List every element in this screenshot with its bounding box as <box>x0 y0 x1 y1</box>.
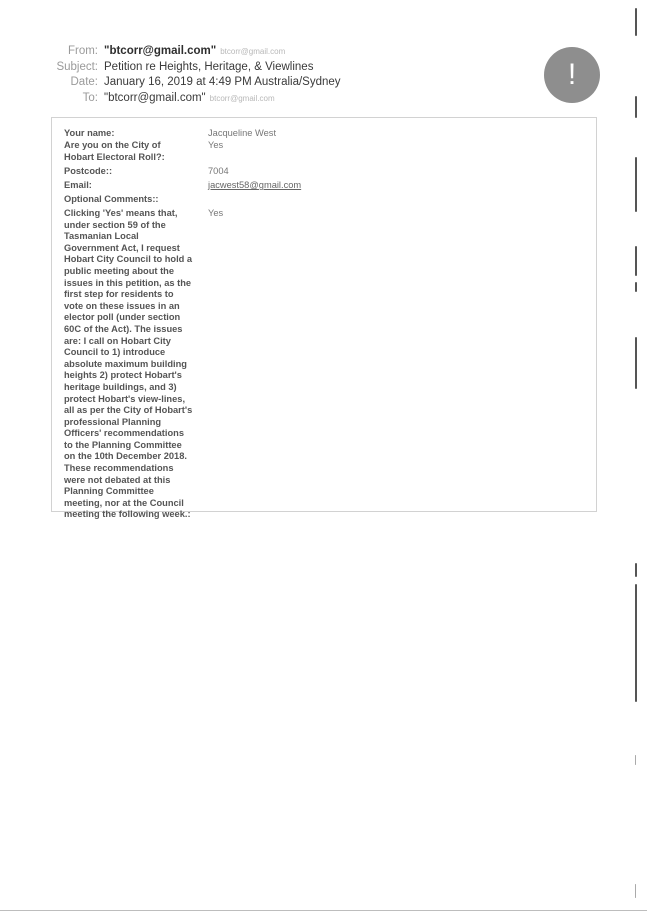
header-to: To: "btcorr@gmail.com" btcorr@gmail.com <box>40 91 460 107</box>
label-line: meeting the following week.: <box>64 509 191 520</box>
scan-mark <box>635 884 636 898</box>
header-label: Date: <box>70 76 99 88</box>
label-line: Are you on the City of <box>64 140 161 150</box>
priority-symbol: ! <box>567 58 577 91</box>
field-label: Your name: <box>64 128 115 138</box>
label-line: 60C of the Act). The issues <box>64 323 183 334</box>
header-label: Subject: <box>56 60 98 73</box>
scan-mark <box>635 246 637 276</box>
label-line: Hobart Electoral Roll?: <box>64 151 165 162</box>
header-label: From: <box>67 45 98 57</box>
label-line: Clicking 'Yes' means that, <box>64 208 178 218</box>
label-line: elector poll (under section <box>64 312 181 323</box>
header-date: Date: January 16, 2019 at 4:49 PM Austra… <box>40 75 460 91</box>
form-row-email: Email: jacwest58@gmail.com <box>64 180 301 192</box>
header-label: To: <box>82 91 98 104</box>
header-subject: Subject: Petition re Heights, Heritage, … <box>40 60 460 76</box>
scan-mark <box>635 96 637 118</box>
label-line: heritage buildings, and 3) <box>64 381 177 392</box>
label-line: first step for residents to <box>64 289 174 300</box>
subject-value: Petition re Heights, Heritage, & Viewlin… <box>104 60 314 73</box>
label-line: under section 59 of the <box>64 219 166 230</box>
label-line: Council to 1) introduce <box>64 347 166 358</box>
label-line: meeting, nor at the Council <box>64 497 184 508</box>
form-submission-box: Your name: Jacqueline West Are you on th… <box>51 117 597 519</box>
label-line: on the 10th December 2018. <box>64 451 187 462</box>
label-line: professional Planning <box>64 416 162 427</box>
label-line: to the Planning Committee <box>64 439 182 450</box>
email-link[interactable]: jacwest58@gmail.com <box>197 180 301 192</box>
field-label: Clicking 'Yes' means that, under section … <box>64 208 197 521</box>
label-line: vote on these issues in an <box>64 300 180 311</box>
label-line: Planning Committee <box>64 486 154 497</box>
field-value: Yes <box>208 140 224 150</box>
scan-mark <box>635 563 637 577</box>
label-line: heights 2) protect Hobart's <box>64 370 182 381</box>
label-line: are: I call on Hobart City <box>64 335 171 346</box>
scan-mark <box>635 282 637 292</box>
header-from: From: "btcorr@gmail.com" btcorr@gmail.co… <box>40 44 460 60</box>
to-address: btcorr@gmail.com <box>209 93 275 103</box>
form-row-electoral-roll: Are you on the City of Hobart Electoral … <box>64 140 223 163</box>
field-value: Yes <box>208 208 224 218</box>
label-line: These recommendations <box>64 463 174 474</box>
to-value[interactable]: "btcorr@gmail.com" <box>104 91 206 107</box>
scan-mark <box>635 8 637 36</box>
form-row-comments: Optional Comments:: <box>64 194 208 206</box>
label-line: absolute maximum building <box>64 358 187 369</box>
label-line: issues in this petition, as the <box>64 277 192 288</box>
date-value: January 16, 2019 at 4:49 PM Australia/Sy… <box>104 76 341 88</box>
label-line: Officers' recommendations <box>64 428 185 439</box>
label-line: Hobart City Council to hold a <box>64 254 193 265</box>
scan-mark <box>635 157 637 212</box>
label-line: public meeting about the <box>64 265 175 276</box>
label-line: Tasmanian Local <box>64 231 139 242</box>
email-headers: From: "btcorr@gmail.com" btcorr@gmail.co… <box>40 44 460 106</box>
field-label: Postcode:: <box>64 166 113 176</box>
label-line: Government Act, I request <box>64 242 180 253</box>
scan-mark <box>635 337 637 389</box>
from-address: btcorr@gmail.com <box>220 47 286 56</box>
exclamation-icon: ! <box>544 47 600 103</box>
field-label: Email: <box>64 180 92 190</box>
field-value: Jacqueline West <box>208 128 277 138</box>
field-label: Are you on the City of Hobart Electoral … <box>64 140 197 163</box>
field-value: 7004 <box>208 166 229 176</box>
form-row-petition-consent: Clicking 'Yes' means that, under section … <box>64 208 223 521</box>
form-row-name: Your name: Jacqueline West <box>64 128 276 140</box>
label-line: protect Hobart's view-lines, <box>64 393 186 404</box>
scan-mark <box>635 755 636 765</box>
field-label: Optional Comments:: <box>64 194 159 204</box>
form-row-postcode: Postcode:: 7004 <box>64 166 229 178</box>
label-line: were not debated at this <box>64 474 171 485</box>
field-value <box>197 194 208 206</box>
from-value[interactable]: "btcorr@gmail.com" <box>104 44 216 60</box>
scan-mark <box>635 584 637 702</box>
label-line: all as per the City of Hobart's <box>64 405 193 416</box>
